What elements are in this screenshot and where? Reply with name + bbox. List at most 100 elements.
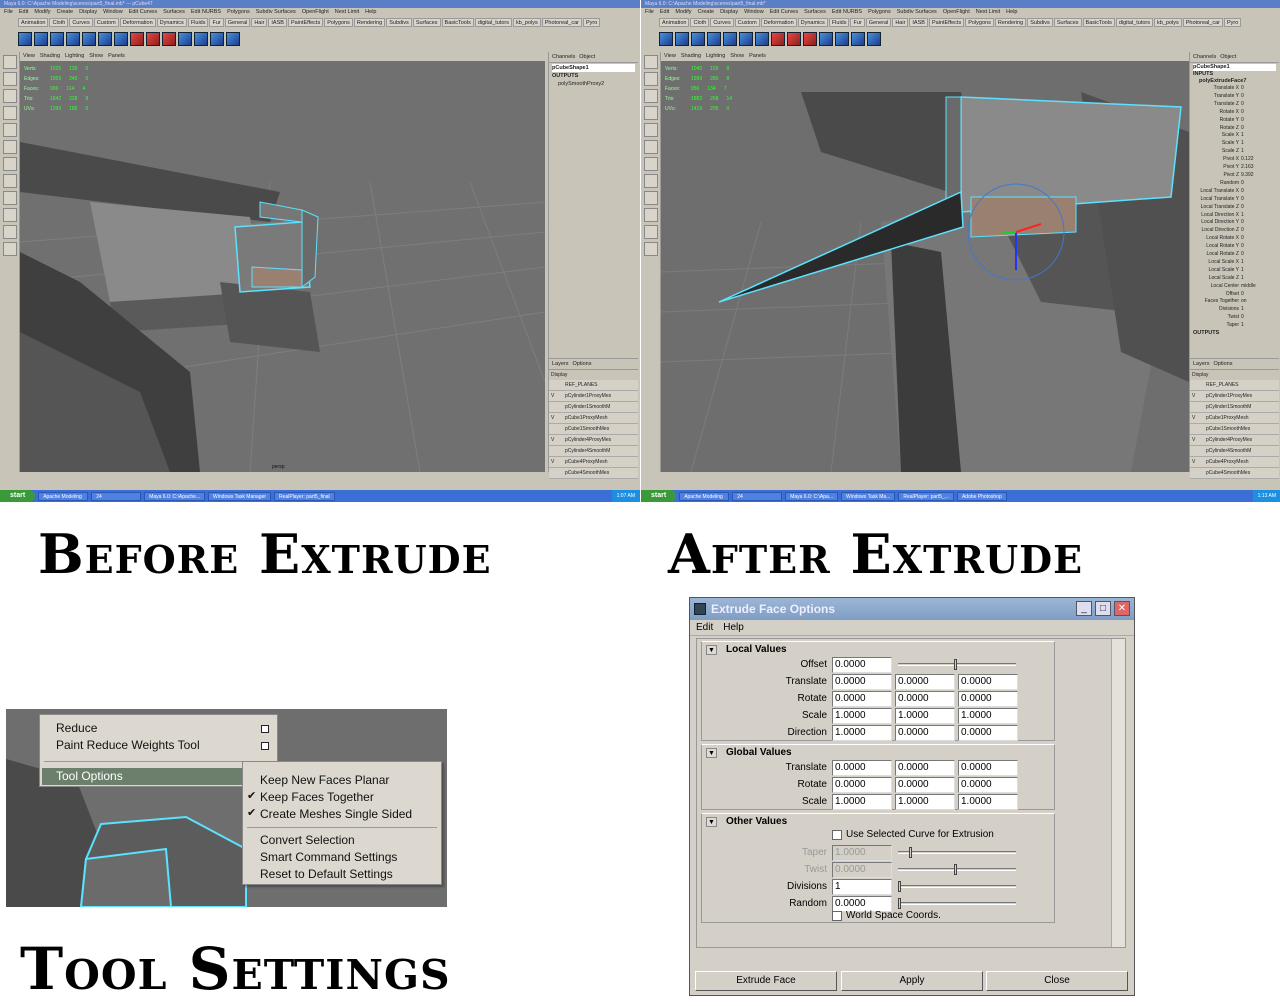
menu-item[interactable]: Edit NURBS	[191, 8, 221, 17]
shelf-tab[interactable]: Photoreal_car	[1182, 18, 1223, 27]
shelf-tool-icon[interactable]	[851, 32, 865, 46]
layer-visibility[interactable]: V	[551, 457, 561, 467]
menu-item-single-sided[interactable]: Create Meshes Single Sided	[260, 806, 412, 823]
attribute-row[interactable]: Faces Together on	[1193, 298, 1276, 306]
attribute-value[interactable]: 0	[1241, 85, 1244, 93]
shelf-tool-icon[interactable]	[835, 32, 849, 46]
shelf-tool-icon[interactable]	[707, 32, 721, 46]
attribute-row[interactable]: Local Scale Z1	[1193, 275, 1276, 283]
layout-icon[interactable]	[3, 157, 17, 171]
layer-row[interactable]: pCube4SmoothMes	[549, 468, 638, 479]
menu-item[interactable]: Display	[79, 8, 97, 17]
offset-field[interactable]: 0.0000	[832, 657, 892, 673]
direction-y-field[interactable]: 0.0000	[895, 725, 955, 741]
attribute-value[interactable]: 1	[1241, 140, 1244, 148]
offset-slider[interactable]	[898, 659, 1016, 670]
attribute-row[interactable]: Local Translate Z0	[1193, 204, 1276, 212]
shelf-tool-icon[interactable]	[659, 32, 673, 46]
attribute-value[interactable]: 0	[1241, 93, 1244, 101]
global-translate-x-field[interactable]: 0.0000	[832, 760, 892, 776]
viewport-menu-item[interactable]: View	[664, 52, 676, 61]
attribute-row[interactable]: Translate Z0	[1193, 101, 1276, 109]
shelf-tab[interactable]: Surfaces	[1053, 18, 1082, 27]
viewport-menu-item[interactable]: Shading	[681, 52, 701, 61]
layer-visibility[interactable]	[1192, 424, 1202, 434]
attribute-row[interactable]: Local Direction X1	[1193, 212, 1276, 220]
layer-row[interactable]: VpCylinder1ProxyMes	[1190, 391, 1279, 402]
attribute-row[interactable]: Offset 0	[1193, 291, 1276, 299]
start-button[interactable]: start	[0, 490, 36, 502]
attribute-value[interactable]: middle	[1241, 283, 1256, 291]
shelf-tab[interactable]: Fluids	[828, 18, 850, 27]
move-tool-icon[interactable]	[3, 106, 17, 120]
slider-handle[interactable]	[898, 898, 901, 909]
layer-row[interactable]: REF_PLANES	[549, 380, 638, 391]
shelf-tab[interactable]: Rendering	[994, 18, 1027, 27]
lasso-tool-icon[interactable]	[3, 72, 17, 86]
shelf-tab[interactable]: Subdivs	[1027, 18, 1053, 27]
shelf-tool-icon[interactable]	[723, 32, 737, 46]
shelf-tab[interactable]: BasicTools	[1082, 18, 1115, 27]
slider-handle[interactable]	[898, 881, 901, 892]
menu-item-keep-faces-together[interactable]: Keep Faces Together	[260, 789, 374, 806]
tab-object[interactable]: Object	[579, 54, 595, 60]
shelf-tool-icon[interactable]	[66, 32, 80, 46]
attribute-row[interactable]: Local Rotate Y0	[1193, 243, 1276, 251]
menu-item-reduce[interactable]: Reduce	[56, 720, 97, 737]
paint-select-icon[interactable]	[644, 89, 658, 103]
menu-item[interactable]: File	[4, 8, 13, 17]
layers-menu-item[interactable]: Options	[573, 361, 592, 367]
shelf-tab[interactable]: Dynamics	[156, 18, 187, 27]
viewport-menu-item[interactable]: Lighting	[706, 52, 725, 61]
menu-item[interactable]: Polygons	[227, 8, 250, 17]
node-name[interactable]: pCubeShape1	[1193, 64, 1276, 71]
taskbar-item[interactable]: Apache Modeling	[679, 491, 730, 501]
menu-item[interactable]: Polygons	[868, 8, 891, 17]
scale-z-field[interactable]: 1.0000	[958, 708, 1018, 724]
node-name[interactable]: pCubeShape1	[552, 64, 635, 72]
shelf-tool-icon[interactable]	[130, 32, 144, 46]
attribute-value[interactable]: 0	[1241, 251, 1244, 259]
apply-button[interactable]: Apply	[841, 971, 983, 991]
menu-item[interactable]: Window	[103, 8, 123, 17]
layers-menu-item[interactable]: Layers	[1193, 361, 1210, 367]
shelf-tool-icon[interactable]	[162, 32, 176, 46]
shelf-tab[interactable]: Curves	[710, 18, 734, 27]
world-space-checkbox[interactable]	[832, 911, 842, 921]
global-rotate-y-field[interactable]: 0.0000	[895, 777, 955, 793]
attribute-row[interactable]: Pivot Z 9.392	[1193, 172, 1276, 180]
attribute-row[interactable]: Local Center middle	[1193, 283, 1276, 291]
layer-row[interactable]: VpCylinder4ProxyMes	[1190, 435, 1279, 446]
taskbar-item[interactable]: Windows Task Ma...	[841, 491, 896, 501]
select-tool-icon[interactable]	[644, 55, 658, 69]
menu-item-tool-options[interactable]: Tool Options▸	[42, 768, 275, 785]
menu-item[interactable]: Modify	[675, 8, 691, 17]
direction-x-field[interactable]: 1.0000	[832, 725, 892, 741]
translate-y-field[interactable]: 0.0000	[895, 674, 955, 690]
layout-icon[interactable]	[644, 225, 658, 239]
taskbar-item[interactable]: 24	[91, 491, 142, 501]
layout-icon[interactable]	[3, 174, 17, 188]
shelf-tool-icon[interactable]	[98, 32, 112, 46]
attribute-value[interactable]: 9.392	[1241, 172, 1254, 180]
viewport-menu-item[interactable]: Shading	[40, 52, 60, 61]
attribute-row[interactable]: Local Scale X1	[1193, 259, 1276, 267]
menu-item[interactable]: Subdiv Surfaces	[897, 8, 937, 17]
attribute-row[interactable]: Pivot Y 2.163	[1193, 164, 1276, 172]
attribute-row[interactable]: Translate Y0	[1193, 93, 1276, 101]
menu-item[interactable]: Edit	[660, 8, 669, 17]
layer-row[interactable]: pCube1SmoothMes	[549, 424, 638, 435]
shelf-tab[interactable]: Polygons	[324, 18, 353, 27]
attribute-value[interactable]: 0	[1241, 188, 1244, 196]
layer-visibility[interactable]: V	[1192, 391, 1202, 401]
shelf-tab[interactable]: Deformation	[119, 18, 156, 27]
menu-item[interactable]: Subdiv Surfaces	[256, 8, 296, 17]
layer-row[interactable]: pCylinder4SmoothM	[549, 446, 638, 457]
menu-item[interactable]: Next Limit	[335, 8, 359, 17]
use-curve-checkbox[interactable]	[832, 830, 842, 840]
taskbar-item[interactable]: RealPlayer: part5_final	[274, 491, 335, 501]
menu-item[interactable]: File	[645, 8, 654, 17]
translate-z-field[interactable]: 0.0000	[958, 674, 1018, 690]
layer-visibility[interactable]	[551, 380, 561, 390]
menu-item[interactable]: OpenFlight	[943, 8, 970, 17]
